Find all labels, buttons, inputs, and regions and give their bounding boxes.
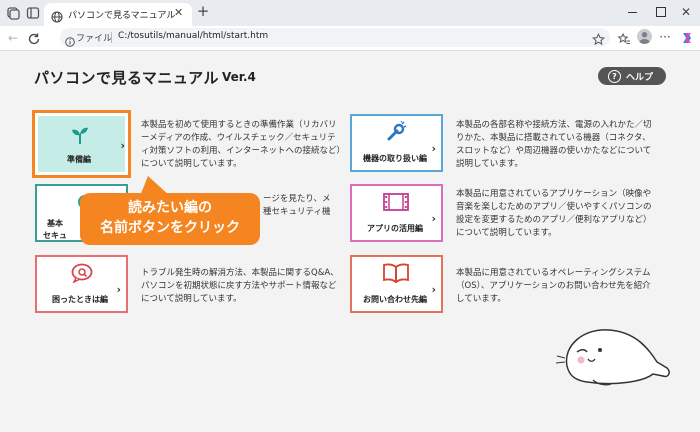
new-tab-button[interactable]: +: [196, 4, 210, 20]
address-divider: [111, 32, 112, 43]
chevron-right-icon: ›: [116, 283, 121, 296]
section-label-apps: アプリの活用編: [367, 224, 423, 233]
sprout-icon: [71, 125, 89, 149]
help-button[interactable]: ? ヘルプ: [598, 67, 666, 85]
section-label-preparation: 準備編: [67, 155, 91, 164]
section-desc-basic-line2: 種セキュリティ機: [263, 207, 331, 217]
tab-actions-icon[interactable]: [6, 6, 20, 20]
section-desc-devices: 本製品の各部名称や接続方法、電源の入れかた／切りかた、本製品に搭載されている機器…: [456, 120, 652, 169]
version-label: Ver.4: [222, 70, 256, 84]
chevron-right-icon: ›: [431, 283, 436, 296]
tools-icon: [385, 120, 407, 147]
browser-tab-active[interactable]: パソコンで見るマニュアル ✕: [44, 3, 192, 26]
question-icon: [71, 263, 93, 287]
section-desc-basic-line1: ージを見たり、メ: [263, 194, 331, 204]
refresh-icon[interactable]: [27, 31, 41, 50]
section-desc-troubleshooting: トラブル発生時の解消方法、本製品に関するQ&A、パソコンを初期状態に戻す方法やサ…: [141, 268, 339, 304]
instruction-callout: 読みたい編の 名前ボタンをクリック: [80, 193, 260, 245]
help-question-icon: ?: [608, 70, 621, 83]
globe-icon: [51, 8, 63, 27]
close-window-icon[interactable]: ✕: [680, 5, 692, 19]
address-url: C:/tosutils/manual/html/start.htm: [118, 31, 269, 41]
book-icon: [383, 263, 409, 287]
seal-mascot-icon: [553, 322, 673, 392]
section-desc-preparation: 本製品を初めて使用するときの準備作業（リカバリーメディアの作成、ウイルスチェック…: [141, 120, 341, 169]
close-tab-icon[interactable]: ✕: [174, 6, 183, 19]
favorite-star-icon[interactable]: [592, 31, 605, 50]
section-desc-contact: 本製品に用意されているオペレーティングシステム（OS）、アプリケーションのお問い…: [456, 268, 651, 304]
section-button-troubleshooting[interactable]: 困ったときは編 ›: [35, 255, 128, 313]
info-icon[interactable]: [65, 32, 75, 51]
address-bar[interactable]: ファイル C:/tosutils/manual/html/start.htm: [60, 28, 610, 47]
section-button-contact[interactable]: お問い合わせ先編 ›: [350, 255, 443, 313]
minimize-icon[interactable]: [628, 12, 637, 14]
profile-avatar-icon[interactable]: [637, 29, 652, 44]
section-label-devices: 機器の取り扱い編: [363, 154, 427, 163]
maximize-icon[interactable]: [656, 7, 666, 17]
section-button-apps[interactable]: アプリの活用編 ›: [350, 184, 443, 242]
section-label-basic-line2: セキュ: [43, 231, 67, 240]
section-desc-apps: 本製品に用意されているアプリケーション（映像や音楽を楽しむためのアプリ／使いやす…: [456, 189, 652, 238]
sidebar-toggle-icon[interactable]: [26, 6, 40, 20]
help-label: ヘルプ: [626, 73, 654, 83]
address-scheme-label: ファイル: [76, 34, 113, 44]
chevron-right-icon: ›: [120, 139, 125, 152]
callout-line1: 読みたい編の: [128, 200, 212, 216]
tab-title: パソコンで見るマニュアル: [68, 11, 176, 21]
section-label-basic: 基本: [47, 219, 63, 228]
film-icon: [383, 192, 409, 216]
callout-line2: 名前ボタンをクリック: [100, 220, 240, 236]
chevron-right-icon: ›: [431, 212, 436, 225]
copilot-icon[interactable]: [680, 30, 694, 49]
chevron-right-icon: ›: [431, 142, 436, 155]
favorites-list-icon[interactable]: [617, 31, 631, 50]
section-button-devices[interactable]: 機器の取り扱い編 ›: [350, 114, 443, 172]
section-label-contact: お問い合わせ先編: [363, 295, 427, 304]
page-title: パソコンで見るマニュアル: [34, 69, 219, 87]
more-options-icon[interactable]: ···: [658, 30, 672, 44]
section-button-preparation[interactable]: 準備編 ›: [32, 110, 131, 178]
section-label-troubleshooting: 困ったときは編: [52, 295, 108, 304]
back-arrow-icon[interactable]: ←: [6, 31, 20, 45]
